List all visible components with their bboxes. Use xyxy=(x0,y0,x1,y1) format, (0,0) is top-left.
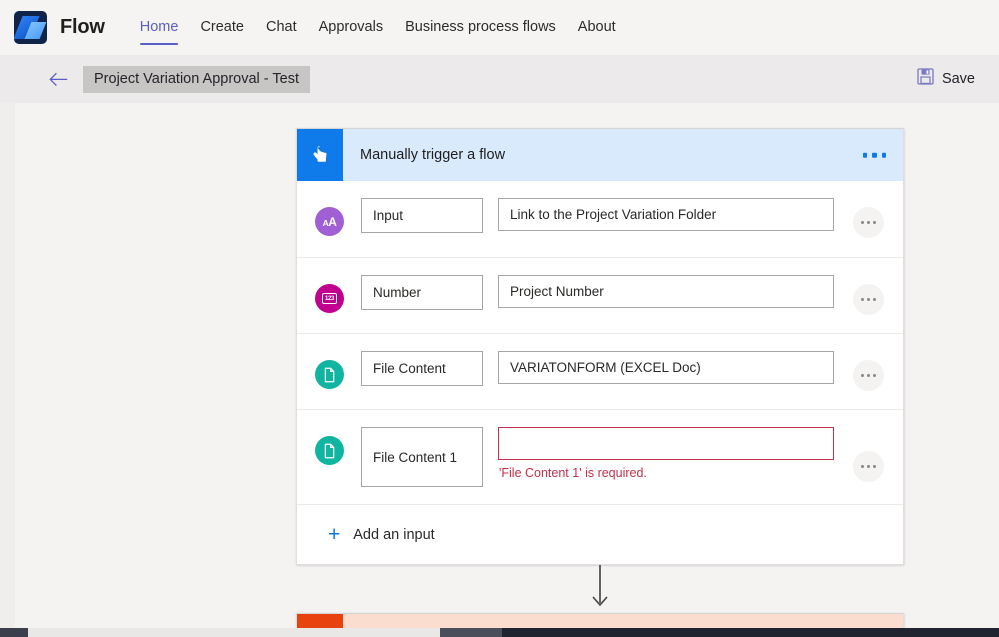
down-arrow-icon xyxy=(592,565,608,607)
taskbar-window-strip xyxy=(28,628,440,637)
dot xyxy=(867,221,870,224)
number-input-icon: 123 xyxy=(315,284,344,313)
number-glyph: 123 xyxy=(322,293,337,304)
input-row-input[interactable]: AA Input Link to the Project Variation F… xyxy=(297,181,903,257)
nav-item-create[interactable]: Create xyxy=(189,0,255,55)
taskbar-item-strip xyxy=(440,628,502,637)
input-value-field[interactable] xyxy=(498,427,834,460)
flow-connector xyxy=(296,565,904,613)
input-name-field[interactable]: File Content 1 xyxy=(361,427,483,487)
input-row-ellipsis-icon[interactable] xyxy=(853,360,884,391)
flow-logo-icon[interactable] xyxy=(14,11,47,44)
save-label: Save xyxy=(941,71,975,87)
dot xyxy=(867,465,870,468)
input-value-field[interactable]: VARIATONFORM (EXCEL Doc) xyxy=(498,351,834,384)
nav-item-chat[interactable]: Chat xyxy=(255,0,308,55)
input-value-column: Project Number xyxy=(498,275,834,308)
input-row-ellipsis-icon[interactable] xyxy=(853,207,884,238)
back-arrow-icon[interactable] xyxy=(41,62,75,96)
input-row-ellipsis-icon[interactable] xyxy=(853,451,884,482)
nav-item-about[interactable]: About xyxy=(567,0,627,55)
top-navigation-bar: Flow Home Create Chat Approvals Business… xyxy=(0,0,999,55)
input-row-ellipsis-icon[interactable] xyxy=(853,284,884,315)
input-validation-error: 'File Content 1' is required. xyxy=(499,466,647,480)
plus-icon: + xyxy=(328,523,341,546)
flow-card-stack: Manually trigger a flow AA Input Link to… xyxy=(296,128,904,637)
nav-item-home[interactable]: Home xyxy=(129,0,190,55)
dot xyxy=(881,152,886,158)
input-value-column: VARIATONFORM (EXCEL Doc) xyxy=(498,351,834,384)
command-bar: Project Variation Approval - Test Save xyxy=(0,55,999,103)
input-name-field[interactable]: Input xyxy=(361,198,483,233)
trigger-card-ellipsis-icon[interactable] xyxy=(862,152,886,158)
input-name-field[interactable]: File Content xyxy=(361,351,483,386)
nav-item-business-process-flows[interactable]: Business process flows xyxy=(394,0,567,55)
file-input-icon xyxy=(315,360,344,389)
canvas-left-strip xyxy=(0,103,15,637)
dot xyxy=(861,298,864,301)
add-an-input-label: Add an input xyxy=(353,526,435,543)
flow-title-field[interactable]: Project Variation Approval - Test xyxy=(83,65,310,93)
flow-designer-canvas: Manually trigger a flow AA Input Link to… xyxy=(0,103,999,637)
save-floppy-icon xyxy=(917,68,934,90)
brand-title: Flow xyxy=(60,16,105,38)
dot xyxy=(873,298,876,301)
dot xyxy=(861,374,864,377)
trigger-input-rows: AA Input Link to the Project Variation F… xyxy=(297,181,903,504)
save-button[interactable]: Save xyxy=(911,63,981,95)
text-input-icon: AA xyxy=(315,207,344,236)
dot xyxy=(873,221,876,224)
dot xyxy=(873,374,876,377)
input-row-file-content-1[interactable]: File Content 1 'File Content 1' is requi… xyxy=(297,409,903,504)
dot xyxy=(872,152,877,158)
touch-hand-icon xyxy=(297,129,343,181)
input-value-field[interactable]: Project Number xyxy=(498,275,834,308)
add-an-input-button[interactable]: + Add an input xyxy=(297,504,903,564)
dot xyxy=(861,221,864,224)
dot xyxy=(867,374,870,377)
input-name-field[interactable]: Number xyxy=(361,275,483,310)
dot xyxy=(867,298,870,301)
file-input-icon xyxy=(315,436,344,465)
trigger-card-title: Manually trigger a flow xyxy=(360,147,506,163)
taskbar-start-strip xyxy=(0,628,28,637)
dot xyxy=(873,465,876,468)
dot xyxy=(861,465,864,468)
input-value-column: 'File Content 1' is required. xyxy=(498,427,834,480)
os-taskbar-sliver xyxy=(0,628,999,637)
nav-item-approvals[interactable]: Approvals xyxy=(308,0,394,55)
input-value-field[interactable]: Link to the Project Variation Folder xyxy=(498,198,834,231)
input-row-number[interactable]: 123 Number Project Number xyxy=(297,257,903,333)
input-row-file-content[interactable]: File Content VARIATONFORM (EXCEL Doc) xyxy=(297,333,903,409)
input-value-column: Link to the Project Variation Folder xyxy=(498,198,834,231)
trigger-card[interactable]: Manually trigger a flow AA Input Link to… xyxy=(296,128,904,565)
dot xyxy=(862,152,867,158)
nav-item-list: Home Create Chat Approvals Business proc… xyxy=(129,0,627,55)
trigger-card-header[interactable]: Manually trigger a flow xyxy=(297,129,903,181)
